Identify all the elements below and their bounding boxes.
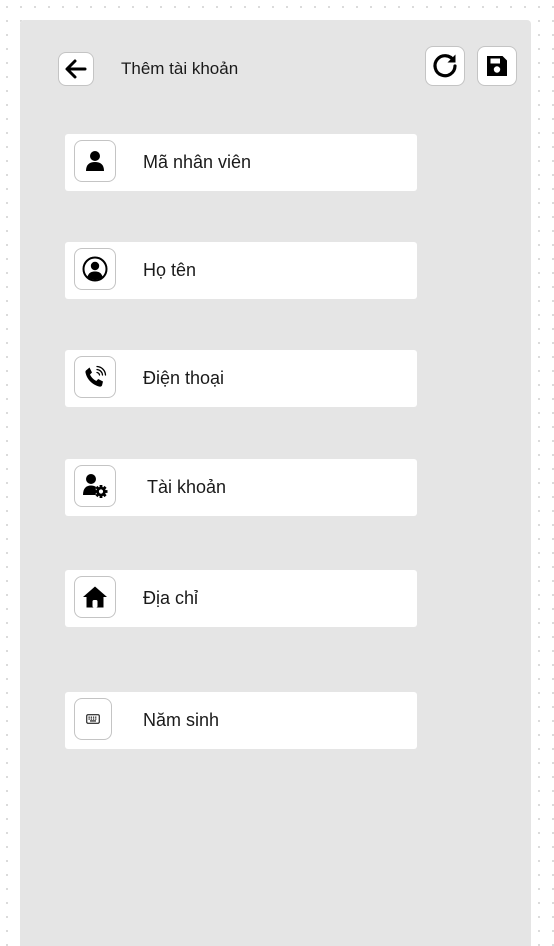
full-name-field[interactable]: Họ tên — [65, 242, 417, 299]
phone-icon-box — [74, 356, 116, 398]
home-icon-box — [74, 576, 116, 618]
account-field[interactable]: Tài khoản — [65, 459, 417, 516]
user-gear-icon — [83, 474, 108, 498]
account-label: Tài khoản — [147, 477, 227, 497]
form-panel: Thêm tài khoản Mã nhân viên Họ tên Điện … — [20, 20, 531, 946]
floppy-disk-icon — [487, 56, 507, 76]
phone-field[interactable]: Điện thoại — [65, 350, 417, 407]
phone-label: Điện thoại — [143, 368, 225, 388]
birth-year-label: Năm sinh — [143, 710, 220, 730]
back-button[interactable] — [58, 52, 94, 86]
full-name-label: Họ tên — [143, 260, 197, 280]
employee-id-label: Mã nhân viên — [143, 152, 252, 172]
address-label: Địa chỉ — [143, 588, 199, 608]
user-icon-box — [74, 140, 116, 182]
phone-icon — [85, 365, 107, 387]
keyboard-icon-box — [74, 698, 112, 740]
user-icon — [86, 151, 104, 171]
reload-icon — [433, 54, 457, 78]
home-icon — [83, 586, 107, 608]
reload-button[interactable] — [425, 46, 465, 86]
user-gear-icon-box — [74, 465, 116, 507]
arrow-left-icon — [65, 59, 87, 79]
employee-id-field[interactable]: Mã nhân viên — [65, 134, 417, 191]
user-circle-icon-box — [74, 248, 116, 290]
page-title: Thêm tài khoản — [121, 59, 239, 78]
user-circle-icon — [82, 256, 108, 282]
birth-year-field[interactable]: Năm sinh — [65, 692, 417, 749]
save-button[interactable] — [477, 46, 517, 86]
address-field[interactable]: Địa chỉ — [65, 570, 417, 627]
keyboard-icon — [86, 714, 100, 724]
